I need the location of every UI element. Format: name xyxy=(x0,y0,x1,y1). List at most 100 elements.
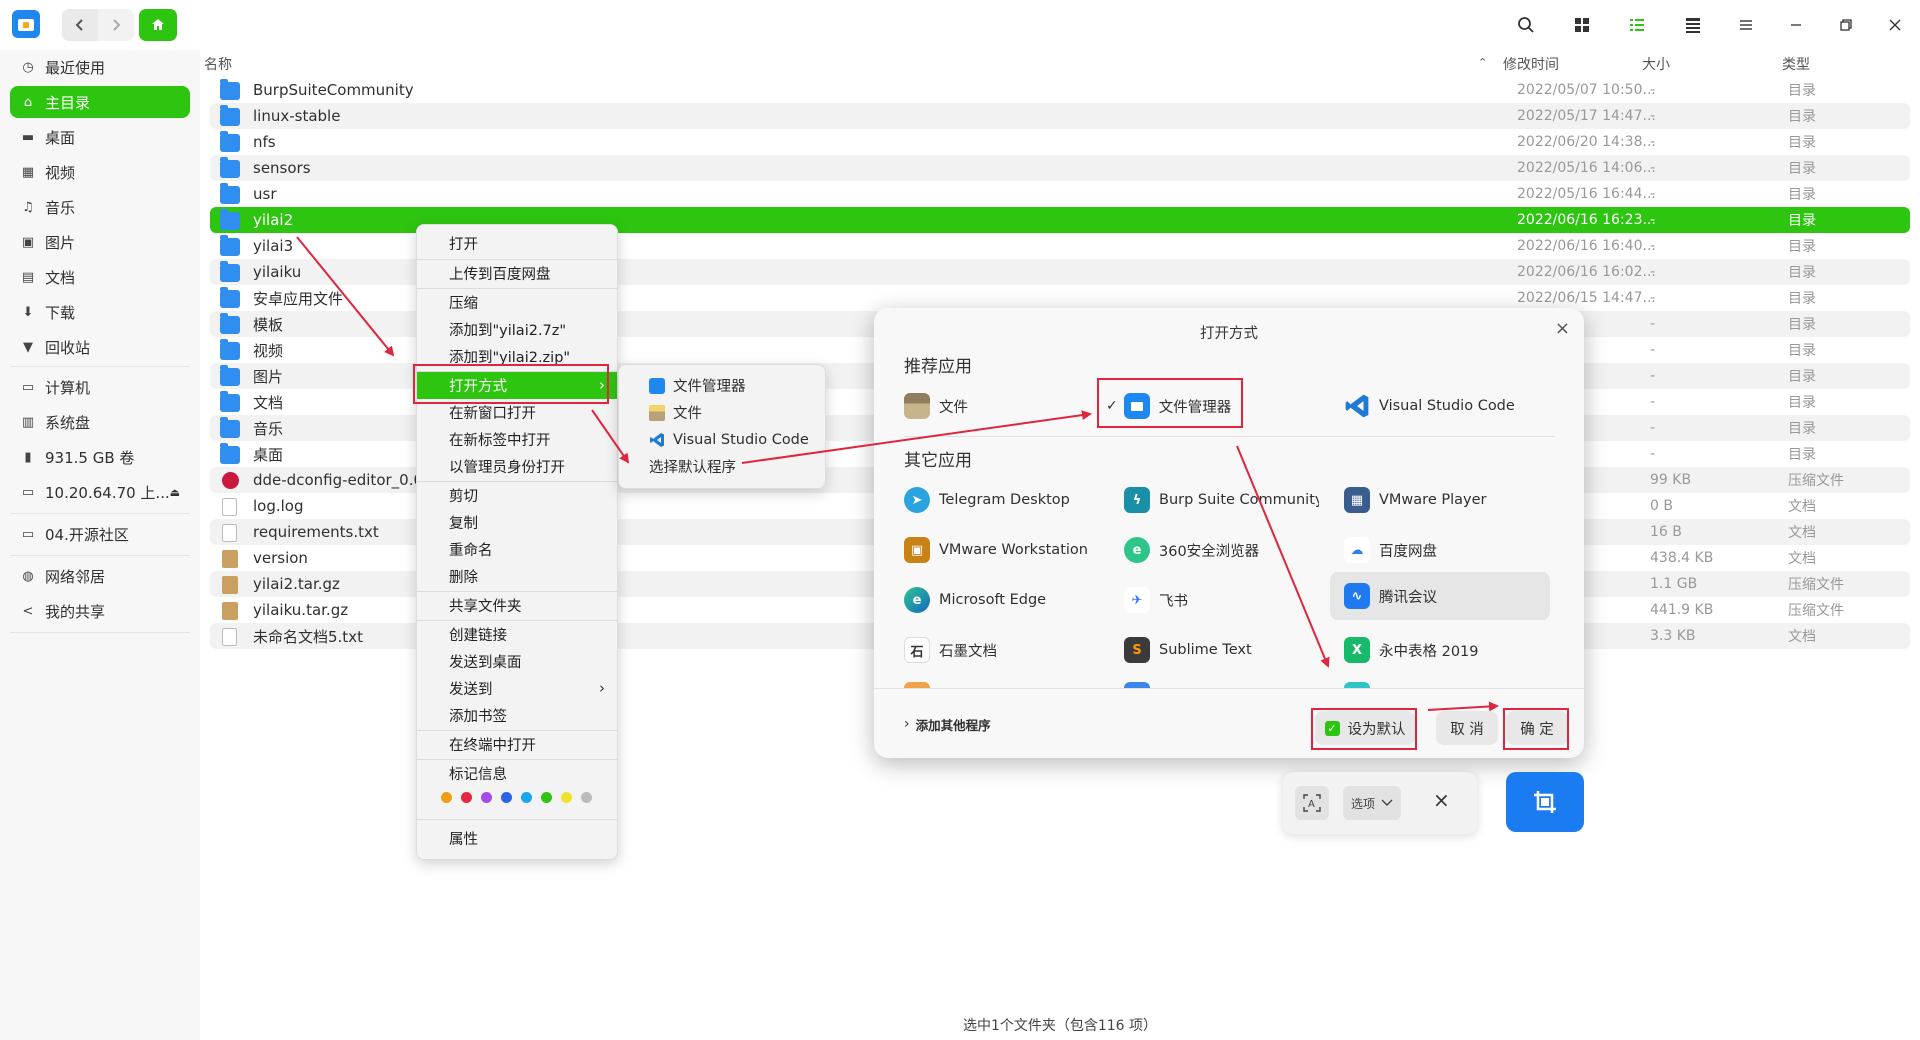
dialog-close-icon[interactable]: × xyxy=(1555,318,1570,339)
menu-item-open-new-tab[interactable]: 在新标签中打开 xyxy=(417,426,617,453)
tag-color-dot[interactable] xyxy=(501,792,512,803)
file-size: 3.3 KB xyxy=(1650,628,1696,644)
sidebar-item-videos[interactable]: ▦ 视频 xyxy=(10,156,190,188)
app-sublime-text[interactable]: S Sublime Text xyxy=(1124,630,1252,670)
menu-button[interactable] xyxy=(1733,12,1759,38)
menu-item-add-bookmark[interactable]: 添加书签 xyxy=(417,702,617,729)
list-view-button[interactable] xyxy=(1624,12,1650,38)
folder-icon xyxy=(220,235,240,256)
detail-view-button[interactable] xyxy=(1680,12,1706,38)
file-row[interactable]: sensors 2022/05/16 14:06... - 目录 xyxy=(210,155,1910,181)
app-edge[interactable]: e Microsoft Edge xyxy=(904,580,1046,620)
app-vscode[interactable]: Visual Studio Code xyxy=(1344,386,1515,426)
tag-color-dot[interactable] xyxy=(441,792,452,803)
menu-item-send-to-desktop[interactable]: 发送到桌面 xyxy=(417,648,617,675)
capture-button[interactable] xyxy=(1506,772,1584,832)
home-icon: ⌂ xyxy=(23,94,33,110)
sidebar-item-documents[interactable]: ▤ 文档 xyxy=(10,261,190,293)
menu-item-delete[interactable]: 删除 xyxy=(417,563,617,590)
annotation-box-ok xyxy=(1503,708,1569,750)
menu-item-rename[interactable]: 重命名 xyxy=(417,536,617,563)
menu-item-copy[interactable]: 复制 xyxy=(417,509,617,536)
column-header-modified[interactable]: 修改时间 xyxy=(1503,54,1559,74)
options-dropdown[interactable]: 选项 xyxy=(1343,786,1401,820)
restore-button[interactable] xyxy=(1833,12,1859,38)
sidebar-item-network[interactable]: ◍ 网络邻居 xyxy=(10,560,190,592)
file-size: 438.4 KB xyxy=(1650,550,1714,566)
app-tencent-meeting[interactable]: ∿ 腾讯会议 xyxy=(1330,572,1550,620)
tag-color-dot[interactable] xyxy=(581,792,592,803)
app-vmware-player[interactable]: ▦ VMware Player xyxy=(1344,480,1486,520)
vmware-player-icon: ▦ xyxy=(1344,487,1370,513)
cancel-button[interactable]: 取 消 xyxy=(1436,711,1498,745)
minimize-button[interactable] xyxy=(1783,12,1809,38)
vscode-icon xyxy=(1345,394,1369,418)
sidebar-item-network-drive[interactable]: ▭ 10.20.64.70 上... ⏏ xyxy=(10,476,190,508)
tag-color-dot[interactable] xyxy=(481,792,492,803)
menu-item-cut[interactable]: 剪切 xyxy=(417,482,617,509)
sidebar-item-shares[interactable]: < 我的共享 xyxy=(10,595,190,627)
app-burp-suite[interactable]: ϟBurp Suite Community E xyxy=(1124,480,1319,520)
file-name: yilai2.tar.gz xyxy=(253,575,340,593)
file-name: usr xyxy=(253,185,277,203)
forward-button[interactable] xyxy=(98,9,134,41)
file-name: 图片 xyxy=(253,367,284,386)
column-header-type[interactable]: 类型 xyxy=(1782,54,1810,74)
app-telegram[interactable]: ➤ Telegram Desktop xyxy=(904,480,1070,520)
file-row[interactable]: BurpSuiteCommunity 2022/05/07 10:50... - 目录 xyxy=(210,77,1910,103)
app-baidu-netdisk[interactable]: ☁ 百度网盘 xyxy=(1344,530,1437,570)
grid-view-button[interactable] xyxy=(1569,12,1595,38)
sidebar-item-home[interactable]: ⌂ 主目录 xyxy=(10,86,190,118)
search-button[interactable] xyxy=(1513,12,1539,38)
file-size: 16 B xyxy=(1650,524,1682,540)
app-vmware-workstation[interactable]: ▣ VMware Workstation xyxy=(904,530,1088,570)
column-header-name[interactable]: 名称 xyxy=(204,54,232,74)
app-360-browser[interactable]: e 360安全浏览器 xyxy=(1124,530,1259,570)
eject-icon[interactable]: ⏏ xyxy=(170,486,180,499)
menu-item-tag-info[interactable]: 标记信息 xyxy=(417,760,617,787)
menu-item-share-folder[interactable]: 共享文件夹 xyxy=(417,592,617,619)
file-row[interactable]: nfs 2022/06/20 14:38... - 目录 xyxy=(210,129,1910,155)
screenshot-close-icon[interactable]: × xyxy=(1433,788,1450,812)
ocr-button[interactable]: A xyxy=(1295,786,1329,820)
file-row[interactable]: usr 2022/05/16 16:44... - 目录 xyxy=(210,181,1910,207)
submenu-item-vscode[interactable]: Visual Studio Code xyxy=(619,426,825,453)
menu-item-add-7z[interactable]: 添加到"yilai2.7z" xyxy=(417,316,617,343)
app-feishu[interactable]: ✈ 飞书 xyxy=(1124,580,1188,620)
add-other-program-link[interactable]: › 添加其他程序 xyxy=(904,704,991,744)
sidebar-item-recent[interactable]: ◷ 最近使用 xyxy=(10,51,190,83)
sidebar-item-music[interactable]: ♫ 音乐 xyxy=(10,191,190,223)
menu-item-compress[interactable]: 压缩 xyxy=(417,289,617,316)
menu-item-open-as-admin[interactable]: 以管理员身份打开 xyxy=(417,453,617,480)
tag-color-dot[interactable] xyxy=(561,792,572,803)
file-name: dde-dconfig-editor_0.0.1 xyxy=(253,471,438,489)
menu-item-properties[interactable]: 属性 xyxy=(417,825,617,852)
app-yozo-sheet[interactable]: X 永中表格 2019 xyxy=(1344,630,1479,670)
file-row[interactable]: linux-stable 2022/05/17 14:47... - 目录 xyxy=(210,103,1910,129)
back-button[interactable] xyxy=(62,9,98,41)
home-button[interactable] xyxy=(139,9,177,41)
column-header-size[interactable]: 大小 xyxy=(1642,54,1670,74)
sidebar-item-computer[interactable]: ▭ 计算机 xyxy=(10,371,190,403)
sidebar-item-system-disk[interactable]: ▥ 系统盘 xyxy=(10,406,190,438)
sidebar-item-pictures[interactable]: ▣ 图片 xyxy=(10,226,190,258)
menu-item-create-link[interactable]: 创建链接 xyxy=(417,621,617,648)
sidebar-item-volume[interactable]: ▮ 931.5 GB 卷 xyxy=(10,441,190,473)
sidebar-item-trash[interactable]: ▼ 回收站 xyxy=(10,331,190,363)
menu-item-upload-baidu[interactable]: 上传到百度网盘 xyxy=(417,260,617,287)
app-archive[interactable]: 文件 xyxy=(904,386,968,426)
submenu-item-archive[interactable]: 文件 xyxy=(619,399,825,426)
submenu-item-file-manager[interactable]: 文件管理器 xyxy=(619,372,825,399)
tag-color-dot[interactable] xyxy=(461,792,472,803)
menu-item-open-terminal[interactable]: 在终端中打开 xyxy=(417,731,617,758)
sidebar-item-downloads[interactable]: ⬇ 下载 xyxy=(10,296,190,328)
close-button[interactable] xyxy=(1882,12,1908,38)
menu-item-open[interactable]: 打开 xyxy=(417,230,617,257)
app-shimo[interactable]: 石石墨文档 xyxy=(904,630,997,670)
menu-item-send-to[interactable]: 发送到 › xyxy=(417,675,617,702)
tag-color-dot[interactable] xyxy=(541,792,552,803)
submenu-item-choose-default[interactable]: 选择默认程序 xyxy=(619,453,825,480)
sidebar-item-community[interactable]: ▭ 04.开源社区 xyxy=(10,518,190,550)
tag-color-dot[interactable] xyxy=(521,792,532,803)
sidebar-item-desktop[interactable]: ▬ 桌面 xyxy=(10,121,190,153)
